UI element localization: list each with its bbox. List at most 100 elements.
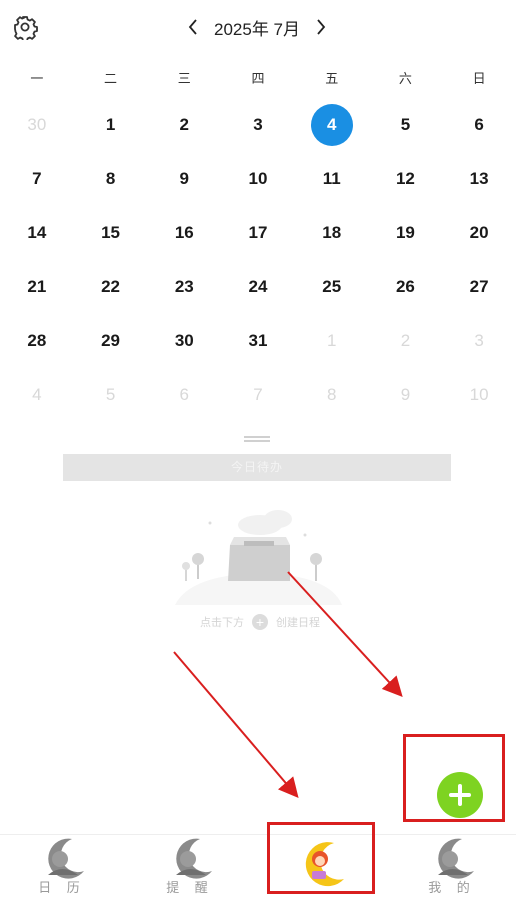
calendar-grid: 30 1 2 3 4 5 6 7 8 9 10 11 12 13 14 15 16 17 18 19 20 21 22 23 2…: [0, 98, 516, 422]
day-number: 22: [101, 277, 121, 296]
calendar-day[interactable]: 20: [442, 206, 516, 260]
day-number: 7: [253, 385, 263, 404]
calendar-day[interactable]: 19: [369, 206, 443, 260]
calendar-day-today[interactable]: 4: [295, 98, 369, 152]
calendar-day[interactable]: 9: [147, 152, 221, 206]
day-number: 15: [101, 223, 121, 242]
calendar-day[interactable]: 6: [442, 98, 516, 152]
month-title[interactable]: 2025年 7月: [204, 15, 310, 40]
calendar-day[interactable]: 22: [74, 260, 148, 314]
calendar-day[interactable]: 11: [295, 152, 369, 206]
calendar-day[interactable]: 5: [369, 98, 443, 152]
chevron-left-icon: [188, 19, 197, 35]
calendar-day[interactable]: 15: [74, 206, 148, 260]
empty-state-hint: 点击下方 + 创建日程: [190, 612, 330, 632]
prev-month-button[interactable]: [184, 14, 202, 40]
calendar-day[interactable]: 27: [442, 260, 516, 314]
hint-right-text: 创建日程: [276, 617, 320, 629]
calendar-day[interactable]: 7: [0, 152, 74, 206]
annotation-box-tab: [267, 822, 375, 894]
calendar-day[interactable]: 31: [221, 314, 295, 368]
weekday-header: 一二三四五六日: [0, 66, 516, 92]
tab-reminder[interactable]: 提 醒: [140, 835, 240, 897]
day-number: 30: [174, 331, 194, 350]
weekday-label: 四: [251, 71, 265, 86]
calendar-day[interactable]: 21: [0, 260, 74, 314]
day-number: 11: [322, 169, 341, 188]
calendar-day[interactable]: 26: [369, 260, 443, 314]
calendar-day[interactable]: 30: [147, 314, 221, 368]
add-schedule-button[interactable]: [437, 772, 483, 818]
calendar-day[interactable]: 17: [221, 206, 295, 260]
empty-state-illustration: [170, 505, 345, 605]
calendar-day[interactable]: 3: [442, 314, 516, 368]
calendar-day[interactable]: 3: [221, 98, 295, 152]
weekday-label: 五: [325, 71, 339, 86]
tab-label: 我 的: [428, 880, 476, 895]
calendar-day[interactable]: 4: [0, 368, 74, 422]
day-number: 13: [469, 169, 489, 188]
day-number: 26: [395, 277, 415, 296]
calendar-day[interactable]: 1: [295, 314, 369, 368]
day-number: 5: [400, 115, 411, 134]
day-number: 29: [101, 331, 121, 350]
calendar-day[interactable]: 10: [442, 368, 516, 422]
calendar-day[interactable]: 9: [369, 368, 443, 422]
day-number: 20: [469, 223, 489, 242]
calendar-day[interactable]: 16: [147, 206, 221, 260]
tab-calendar[interactable]: 日 历: [12, 835, 112, 897]
calendar-day[interactable]: 10: [221, 152, 295, 206]
day-number: 24: [248, 277, 268, 296]
calendar-day[interactable]: 6: [147, 368, 221, 422]
tab-mine[interactable]: 我 的: [402, 835, 502, 897]
day-number: 9: [400, 385, 411, 404]
calendar-day[interactable]: 2: [369, 314, 443, 368]
day-number: 30: [27, 115, 47, 134]
calendar-day[interactable]: 29: [74, 314, 148, 368]
day-number: 14: [27, 223, 47, 242]
day-number: 27: [469, 277, 489, 296]
day-number: 21: [27, 277, 47, 296]
drag-handle[interactable]: [244, 436, 270, 442]
calendar-day[interactable]: 2: [147, 98, 221, 152]
plus-icon: [449, 784, 471, 806]
calendar-day[interactable]: 5: [74, 368, 148, 422]
weekday-label: 三: [177, 71, 191, 86]
day-number: 25: [322, 277, 342, 296]
day-number: 18: [322, 223, 342, 242]
day-number: 6: [179, 385, 190, 404]
character-moon-icon: [438, 838, 474, 879]
next-month-button[interactable]: [312, 14, 330, 40]
calendar-day[interactable]: 13: [442, 152, 516, 206]
hint-left-text: 点击下方: [200, 617, 244, 629]
calendar-day[interactable]: 18: [295, 206, 369, 260]
day-number: 4: [32, 385, 42, 404]
calendar-day[interactable]: 28: [0, 314, 74, 368]
day-number: 8: [326, 385, 337, 404]
day-number: 31: [248, 331, 268, 350]
calendar-day[interactable]: 23: [147, 260, 221, 314]
day-number: 23: [174, 277, 194, 296]
character-moon-icon: [48, 838, 84, 879]
calendar-day[interactable]: 30: [0, 98, 74, 152]
calendar-day[interactable]: 25: [295, 260, 369, 314]
day-number: 6: [474, 115, 484, 134]
calendar-day[interactable]: 12: [369, 152, 443, 206]
gear-icon[interactable]: [12, 14, 38, 42]
day-number: 17: [248, 223, 268, 242]
weekday-label: 日: [472, 71, 486, 86]
character-moon-icon: [176, 838, 212, 879]
calendar-day[interactable]: 24: [221, 260, 295, 314]
calendar-day[interactable]: 14: [0, 206, 74, 260]
day-number: 9: [179, 169, 190, 188]
today-todo-bar[interactable]: 今日待办: [63, 454, 451, 481]
day-number: 19: [395, 223, 415, 242]
day-number: 4: [310, 104, 353, 146]
calendar-day[interactable]: 8: [74, 152, 148, 206]
day-number: 2: [179, 115, 190, 134]
annotation-arrow: [173, 651, 299, 799]
calendar-day[interactable]: 8: [295, 368, 369, 422]
calendar-day[interactable]: 7: [221, 368, 295, 422]
calendar-day[interactable]: 1: [74, 98, 148, 152]
day-number: 10: [469, 385, 489, 404]
